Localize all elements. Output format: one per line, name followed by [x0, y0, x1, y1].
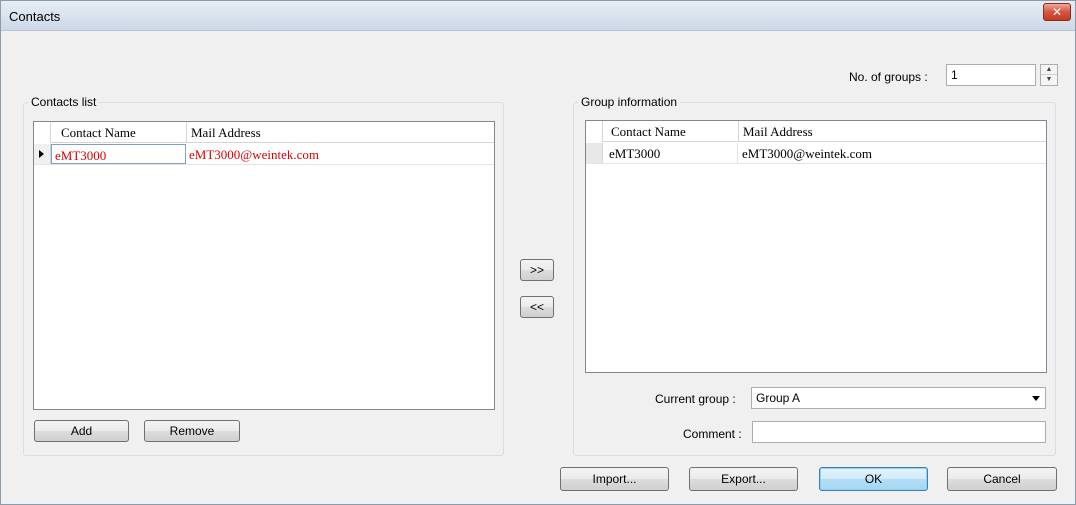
group-information-title: Group information — [578, 95, 681, 109]
ok-button[interactable]: OK — [819, 467, 928, 491]
current-group-value: Group A — [756, 391, 801, 405]
column-contact-name[interactable]: Contact Name — [603, 121, 739, 142]
row-header[interactable] — [586, 143, 603, 163]
spin-down-icon[interactable]: ▼ — [1041, 75, 1057, 85]
remove-button[interactable]: Remove — [144, 420, 240, 442]
contact-name-cell[interactable]: eMT3000 — [51, 144, 186, 164]
remove-from-group-button[interactable]: << — [520, 296, 554, 318]
group-table-header: Contact Name Mail Address — [586, 121, 1046, 142]
window-title: Contacts — [9, 9, 61, 24]
move-to-group-button[interactable]: >> — [520, 259, 554, 281]
groups-count-spinner[interactable]: ▲ ▼ — [1040, 64, 1058, 86]
group-contact-mail-cell[interactable]: eMT3000@weintek.com — [738, 143, 1046, 163]
title-bar[interactable]: Contacts ✕ — [1, 1, 1075, 31]
comment-input[interactable] — [752, 421, 1046, 443]
table-row[interactable]: eMT3000 eMT3000@weintek.com — [34, 144, 494, 165]
contacts-list-title: Contacts list — [28, 95, 100, 109]
add-button[interactable]: Add — [34, 420, 129, 442]
contacts-table-header: Contact Name Mail Address — [34, 122, 494, 143]
column-contact-name[interactable]: Contact Name — [51, 122, 187, 143]
contacts-table: Contact Name Mail Address eMT3000 eMT300… — [33, 121, 495, 410]
spin-up-icon[interactable]: ▲ — [1041, 65, 1057, 75]
chevron-down-icon[interactable] — [1032, 396, 1040, 401]
current-group-label: Current group : — [655, 392, 736, 406]
current-group-select[interactable]: Group A — [751, 387, 1046, 409]
row-pointer-icon — [39, 150, 44, 158]
comment-label: Comment : — [683, 427, 742, 441]
column-mail-address[interactable]: Mail Address — [739, 121, 1046, 142]
header-corner — [586, 121, 603, 142]
column-mail-address[interactable]: Mail Address — [187, 122, 494, 143]
contact-mail-cell[interactable]: eMT3000@weintek.com — [186, 144, 494, 164]
import-button[interactable]: Import... — [560, 467, 669, 491]
cancel-button[interactable]: Cancel — [947, 467, 1057, 491]
export-button[interactable]: Export... — [689, 467, 798, 491]
close-icon[interactable]: ✕ — [1043, 3, 1071, 21]
groups-count-label: No. of groups : — [849, 70, 928, 84]
row-header[interactable] — [34, 144, 51, 164]
groups-count-input[interactable]: 1 — [946, 64, 1036, 86]
contacts-dialog: Contacts ✕ No. of groups : 1 ▲ ▼ Contact… — [0, 0, 1076, 505]
group-members-table: Contact Name Mail Address eMT3000 eMT300… — [585, 120, 1047, 373]
header-corner — [34, 122, 51, 143]
table-row[interactable]: eMT3000 eMT3000@weintek.com — [586, 143, 1046, 164]
group-contact-name-cell[interactable]: eMT3000 — [603, 143, 738, 163]
